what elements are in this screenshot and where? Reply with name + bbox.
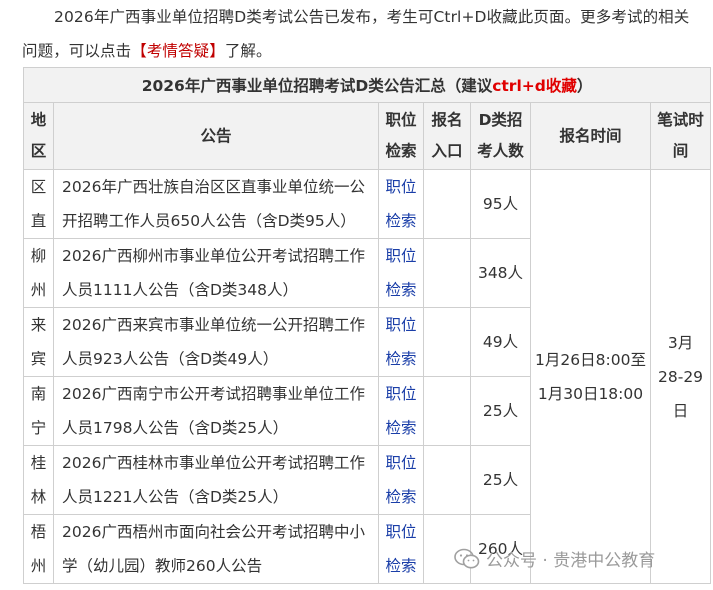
row-count: 95人 <box>470 169 531 239</box>
position-search-link[interactable]: 职位检索 <box>378 514 424 584</box>
signup-cell <box>423 376 471 446</box>
row-count: 25人 <box>470 445 531 515</box>
intro-line-1: 2026年广西事业单位招聘D类考试公告已发布，考生可Ctrl+D收藏此页面。更多… <box>54 8 690 26</box>
row-region: 来宾 <box>23 307 54 377</box>
row-region: 区直 <box>23 169 54 239</box>
header-region: 地区 <box>23 102 54 170</box>
header-notice: 公告 <box>53 102 379 170</box>
header-exam: 笔试时间 <box>649 102 712 170</box>
signup-cell <box>423 307 471 377</box>
row-notice: 2026广西桂林市事业单位公开考试招聘工作人员1221人公告（含D类25人） <box>53 445 379 515</box>
row-count: 348人 <box>470 238 531 308</box>
table-title-prefix: 2026年广西事业单位招聘考试D类公告汇总（建议 <box>141 77 493 95</box>
intro-text: 2026年广西事业单位招聘D类考试公告已发布，考生可Ctrl+D收藏此页面。更多… <box>0 0 713 68</box>
signup-cell <box>423 445 471 515</box>
row-count: 25人 <box>470 376 531 446</box>
table-title: 2026年广西事业单位招聘考试D类公告汇总（建议ctrl+d收藏） <box>22 67 712 103</box>
row-notice: 2026广西梧州市面向社会公开考试招聘中小学（幼儿园）教师260人公告 <box>53 514 379 584</box>
table-title-highlight: ctrl+d收藏 <box>492 77 577 95</box>
table-title-suffix: ） <box>576 77 593 95</box>
faq-link[interactable]: 考情答疑 <box>147 42 209 60</box>
signup-cell <box>423 169 471 239</box>
signup-time: 1月26日8:00至1月30日18:00 <box>530 169 651 584</box>
exam-time: 3月28-29日 <box>649 169 712 584</box>
header-signup: 报名入口 <box>423 102 471 170</box>
position-search-link[interactable]: 职位检索 <box>378 307 424 377</box>
header-time: 报名时间 <box>530 102 651 170</box>
header-count: D类招考人数 <box>470 102 531 170</box>
intro-line-2-prefix: 问题，可以点击 <box>22 42 132 60</box>
intro-line-2: 问题，可以点击【考情答疑】了解。 <box>0 34 713 68</box>
row-region: 南宁 <box>23 376 54 446</box>
row-region: 桂林 <box>23 445 54 515</box>
notice-table: 2026年广西事业单位招聘考试D类公告汇总（建议ctrl+d收藏） 地区 公告 … <box>22 67 712 584</box>
position-search-link[interactable]: 职位检索 <box>378 376 424 446</box>
row-notice: 2026广西南宁市公开考试招聘事业单位工作人员1798人公告（含D类25人） <box>53 376 379 446</box>
watermark-text: 公众号 · 贵港中公教育 <box>486 551 656 571</box>
position-search-link[interactable]: 职位检索 <box>378 169 424 239</box>
row-notice: 2026年广西壮族自治区区直事业单位统一公开招聘工作人员650人公告（含D类95… <box>53 169 379 239</box>
row-notice: 2026广西柳州市事业单位公开考试招聘工作人员1111人公告（含D类348人） <box>53 238 379 308</box>
table-row: 区直 2026年广西壮族自治区区直事业单位统一公开招聘工作人员650人公告（含D… <box>23 169 712 584</box>
row-count: 49人 <box>470 307 531 377</box>
bracket-open: 【 <box>131 42 147 60</box>
row-region: 柳州 <box>23 238 54 308</box>
header-row: 地区 公告 职位检索 报名入口 D类招考人数 报名时间 笔试时间 <box>23 102 712 170</box>
watermark: 公众号 · 贵港中公教育 <box>454 546 655 571</box>
header-position: 职位检索 <box>378 102 424 170</box>
wechat-icon <box>454 548 480 570</box>
row-region: 梧州 <box>23 514 54 584</box>
row-notice: 2026广西来宾市事业单位统一公开招聘工作人员923人公告（含D类49人） <box>53 307 379 377</box>
position-search-link[interactable]: 职位检索 <box>378 445 424 515</box>
signup-cell <box>423 238 471 308</box>
intro-line-2-suffix: 了解。 <box>224 42 272 60</box>
position-search-link[interactable]: 职位检索 <box>378 238 424 308</box>
bracket-close: 】 <box>209 42 225 60</box>
